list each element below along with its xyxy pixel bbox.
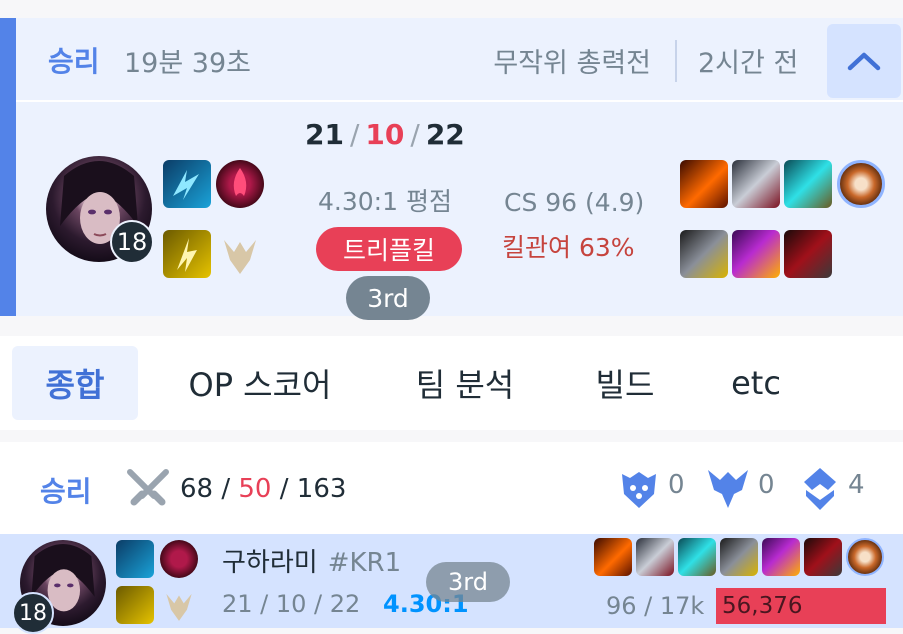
match-card[interactable]: 승리 19분 39초 무작위 총력전 2시간 전 18 21 / 10 / 22… [0,18,903,320]
kda: 21/10/22 [305,118,465,151]
baron-count: 0 [668,470,685,500]
tab-op-score[interactable]: OP 스코어 [170,346,350,420]
chevron-up-icon [847,52,881,71]
match-duration: 19분 39초 [124,48,251,79]
team-result: 승리 [40,475,92,508]
deaths: 10 [365,118,405,151]
baron-icon [622,472,656,508]
flash-spell-icon[interactable] [116,540,154,578]
electrocute-rune-icon[interactable] [163,230,211,278]
kda-sep: / [349,118,360,151]
summoner-tag: #KR1 [327,548,402,578]
item-3-icon[interactable] [678,538,716,576]
tab-team-analysis[interactable]: 팀 분석 [400,346,530,420]
summoner-name[interactable]: 구하라미 [222,548,318,578]
flash-spell-icon[interactable] [163,160,211,208]
item-5-icon[interactable] [720,538,758,576]
player-name[interactable]: 구하라미 #KR1 [222,542,401,579]
tab-etc[interactable]: etc [718,346,794,420]
dragon-icon [708,470,748,508]
team-assists: 163 [296,474,347,504]
player-damage: 56,376 [722,593,803,619]
item-1-icon[interactable] [680,160,728,208]
assists: 22 [425,118,465,151]
team-kills: 68 [180,474,214,504]
player-placement-badge: 3rd [426,562,510,602]
kill-participation: 킬관여 63% [502,233,635,262]
player-kda: 21 / 10 / 22 [222,590,361,618]
detail-tabs: 종합 OP 스코어 팀 분석 빌드 etc [0,336,903,430]
item-7-icon[interactable] [804,538,842,576]
team-deaths: 50 [238,474,272,504]
match-result: 승리 [48,45,100,78]
item-3-icon[interactable] [784,160,832,208]
item-5-icon[interactable] [680,230,728,278]
match-header: 승리 19분 39초 무작위 총력전 2시간 전 [16,18,903,102]
placement-badge: 3rd [346,276,430,320]
tower-count: 4 [848,470,865,500]
kda-sep: / [410,118,420,151]
champion-portrait[interactable]: 18 [46,156,154,264]
multikill-badge: 트리플킬 [316,227,462,271]
ignite-spell-icon[interactable] [160,540,198,578]
team-summary: 승리 68 / 50 / 163 0 0 4 [0,442,903,534]
collapse-button[interactable] [827,24,901,98]
item-2-icon[interactable] [732,160,780,208]
ignite-spell-icon[interactable] [216,160,264,208]
time-ago: 2시간 전 [698,48,799,79]
champion-level-badge: 18 [110,220,154,264]
item-7-icon[interactable] [784,230,832,278]
kda-ratio: 4.30:1 평점 [318,187,452,216]
item-6-icon[interactable] [762,538,800,576]
divider [675,40,677,82]
tab-build[interactable]: 빌드 [580,346,670,420]
player-damage-bar: 56,376 [716,588,886,624]
team-kda-sep: / [221,474,231,504]
electrocute-rune-icon[interactable] [116,586,154,624]
tower-icon [804,468,836,510]
win-accent-bar [0,18,16,316]
tab-overview[interactable]: 종합 [12,346,138,420]
dragon-count: 0 [758,470,775,500]
player-cs-gold: 96 / 17k [606,592,705,620]
item-4-icon[interactable] [846,538,884,576]
crossed-swords-icon [127,469,169,506]
cs-stat: CS 96 (4.9) [504,188,645,217]
item-1-icon[interactable] [594,538,632,576]
queue-type: 무작위 총력전 [493,48,651,79]
domination-tree-icon[interactable] [216,230,264,278]
kills: 21 [305,118,344,151]
player-row[interactable]: 18 구하라미 #KR1 21 / 10 / 22 4.30:1 3rd 96 /… [0,534,903,634]
item-6-icon[interactable] [732,230,780,278]
team-kda: 68 / 50 / 163 [180,474,346,504]
item-2-icon[interactable] [636,538,674,576]
item-4-icon[interactable] [837,160,885,208]
team-kda-sep: / [279,474,289,504]
domination-tree-icon[interactable] [160,586,198,624]
